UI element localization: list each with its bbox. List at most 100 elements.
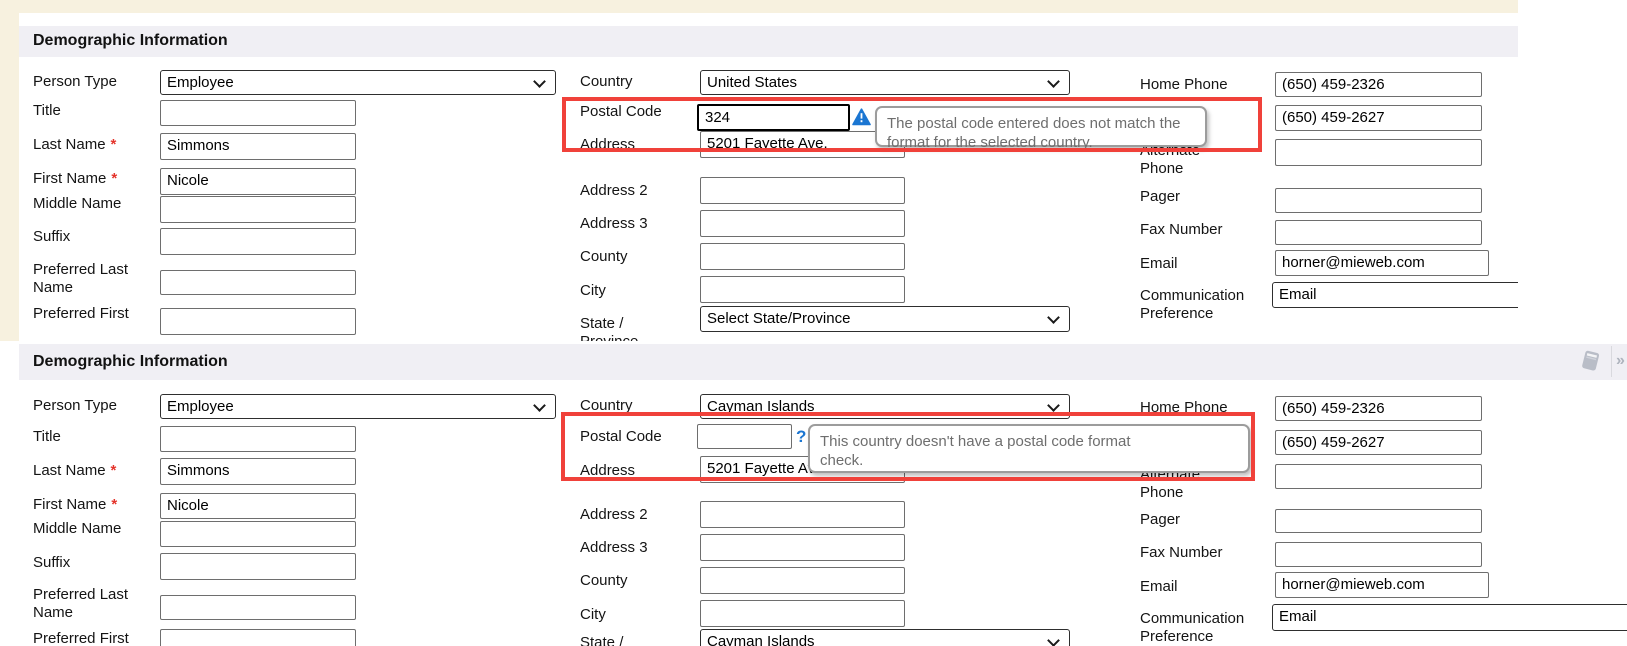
last-name-input[interactable]: Simmons [160,133,356,160]
middle-name-input[interactable] [160,521,356,547]
pager-label: Pager [1140,188,1180,206]
country-select[interactable]: United States [700,70,1070,95]
home-phone-input[interactable]: (650) 459-2326 [1275,72,1482,97]
pager-input[interactable] [1275,509,1482,533]
suffix-input[interactable] [160,553,356,580]
state-province-value: Select State/Province [707,310,850,327]
communication-preference-select[interactable]: Email [1272,282,1518,308]
section-header [19,344,1627,380]
first-name-input[interactable]: Nicole [160,493,356,519]
preferred-last-name-label: Preferred Last Name [33,586,145,622]
country-value: United States [707,74,797,91]
section-header [19,26,1518,57]
communication-preference-select[interactable]: Email [1272,604,1627,631]
city-label: City [580,606,606,624]
suffix-label: Suffix [33,228,70,246]
communication-preference-value: Email [1279,286,1317,303]
phone-2-input[interactable]: (650) 459-2627 [1275,105,1482,131]
person-type-select[interactable]: Employee [160,70,556,95]
required-asterisk: * [111,136,117,153]
communication-preference-label: Communication Preference [1140,610,1265,646]
journal-icon[interactable] [1577,348,1604,380]
postal-code-label: Postal Code [580,428,662,446]
address2-label: Address 2 [580,506,648,524]
postal-code-input[interactable] [697,424,792,449]
state-province-select[interactable]: Select State/Province [700,306,1070,332]
required-asterisk: * [111,170,117,187]
city-label: City [580,282,606,300]
first-name-label-text: First Name [33,496,106,513]
postal-format-tooltip: This country doesn't have a postal code … [808,424,1250,473]
phone-2-input[interactable]: (650) 459-2627 [1275,430,1482,455]
address3-label: Address 3 [580,539,648,557]
preferred-first-label: Preferred First [33,630,163,646]
title-input[interactable] [160,426,356,452]
address2-input[interactable] [700,177,905,204]
preferred-last-name-input[interactable] [160,595,356,620]
alternate-phone-input[interactable] [1275,139,1482,166]
state-province-value: Cayman Islands [707,633,815,646]
country-select[interactable]: Cayman Islands [700,394,1070,419]
section-title: Demographic Information [33,32,228,50]
postal-code-label: Postal Code [580,103,662,121]
first-name-label: First Name* [33,496,117,514]
address3-input[interactable] [700,210,905,237]
tooltip-line-2: check. [820,451,1238,470]
pager-label: Pager [1140,511,1180,529]
preferred-first-input[interactable] [160,629,356,646]
page: Demographic Information Person Type Titl… [0,0,1627,646]
section-title: Demographic Information [33,353,228,371]
state-province-select[interactable]: Cayman Islands [700,629,1070,646]
last-name-label-text: Last Name [33,136,106,153]
required-asterisk: * [111,462,117,479]
pager-input[interactable] [1275,188,1482,213]
address3-input[interactable] [700,534,905,561]
alternate-phone-input[interactable] [1275,464,1482,489]
email-input[interactable]: horner@mieweb.com [1275,572,1489,598]
home-phone-label: Home Phone [1140,399,1228,417]
fax-number-input[interactable] [1275,542,1482,567]
country-label: Country [580,397,633,415]
warning-icon[interactable] [852,108,871,131]
address2-label: Address 2 [580,182,648,200]
address2-input[interactable] [700,501,905,528]
email-input[interactable]: horner@mieweb.com [1275,250,1489,276]
fax-number-label: Fax Number [1140,544,1223,562]
address3-label: Address 3 [580,215,648,233]
suffix-label: Suffix [33,554,70,572]
first-name-label: First Name * [33,170,117,188]
postal-code-input[interactable]: 324 [697,104,850,131]
county-input[interactable] [700,567,905,594]
person-type-label: Person Type [33,73,117,91]
person-type-value: Employee [167,74,234,91]
email-label: Email [1140,578,1178,596]
country-value: Cayman Islands [707,398,815,415]
email-label: Email [1140,255,1178,273]
city-input[interactable] [700,600,905,627]
help-icon[interactable]: ? [796,427,806,447]
first-name-label-text: First Name [33,170,106,187]
address-label: Address [580,136,635,154]
person-type-select[interactable]: Employee [160,394,556,419]
preferred-last-name-input[interactable] [160,270,356,295]
tooltip-line-1: The postal code entered does not match t… [887,114,1195,133]
home-phone-label: Home Phone [1140,76,1228,94]
title-label: Title [33,428,61,446]
postal-format-tooltip: The postal code entered does not match t… [875,106,1207,147]
title-input[interactable] [160,100,356,126]
preferred-first-input[interactable] [160,308,356,335]
last-name-label-text: Last Name [33,462,106,479]
last-name-label: Last Name * [33,462,116,480]
county-label: County [580,248,628,266]
home-phone-input[interactable]: (650) 459-2326 [1275,396,1482,421]
fax-number-input[interactable] [1275,220,1482,245]
county-input[interactable] [700,243,905,270]
first-name-input[interactable]: Nicole [160,168,356,195]
last-name-input[interactable]: Simmons [160,458,356,485]
expand-chevrons-icon[interactable]: » [1616,352,1625,370]
suffix-input[interactable] [160,228,356,255]
middle-name-input[interactable] [160,196,356,223]
state-province-label: State / Province [580,634,670,646]
city-input[interactable] [700,276,905,303]
toolbar-divider [1611,346,1612,377]
